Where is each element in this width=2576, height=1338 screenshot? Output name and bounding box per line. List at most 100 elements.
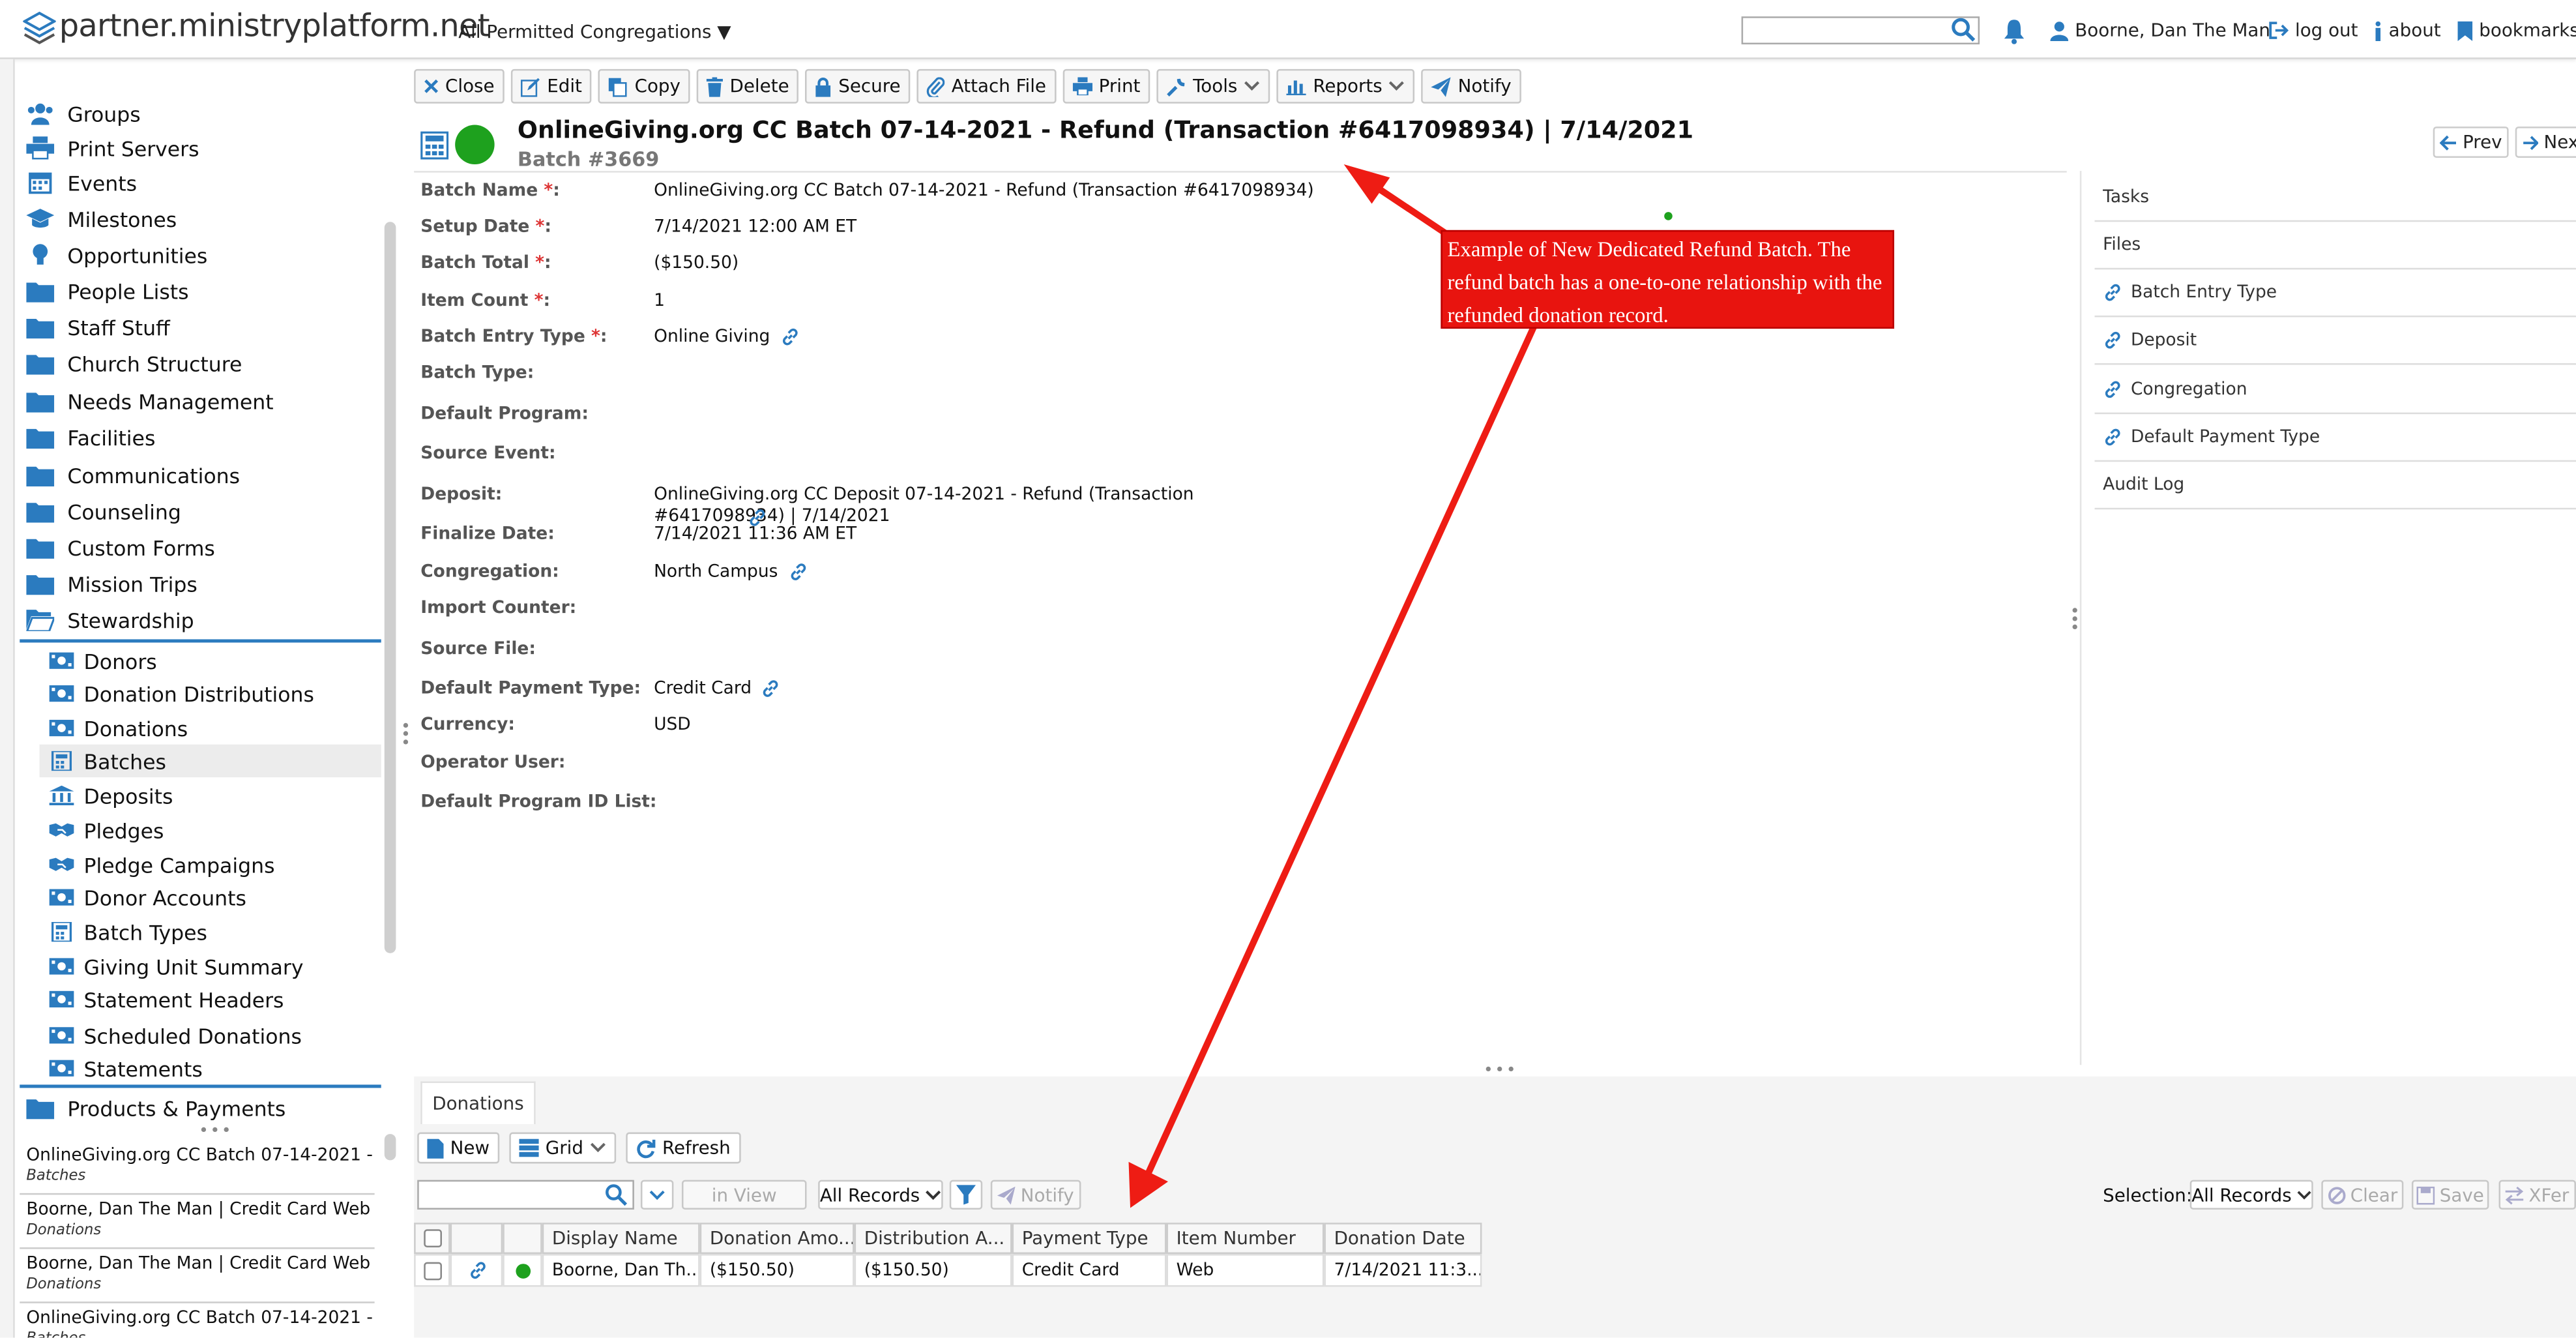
global-search-input[interactable] bbox=[1741, 16, 1980, 45]
sidebar-item-print-servers[interactable]: Print Servers bbox=[26, 132, 199, 164]
link-icon[interactable] bbox=[2103, 427, 2122, 447]
link-icon[interactable] bbox=[468, 1260, 488, 1280]
sidebar-item-pledges[interactable]: Pledges bbox=[39, 814, 381, 846]
sidebar-item-donor-accounts[interactable]: Donor Accounts bbox=[39, 881, 381, 914]
in-view-filter[interactable]: in View bbox=[681, 1180, 807, 1210]
print-button[interactable]: Print bbox=[1062, 68, 1150, 104]
sidebar-item-mission-trips[interactable]: Mission Trips bbox=[26, 567, 198, 600]
select-all-checkbox[interactable] bbox=[424, 1229, 442, 1247]
selection-dropdown[interactable]: All Records bbox=[2189, 1180, 2313, 1210]
link-icon[interactable] bbox=[2103, 379, 2122, 399]
sidebar-scrollbar[interactable] bbox=[384, 222, 396, 953]
sidebar-item-communications[interactable]: Communications bbox=[26, 458, 240, 491]
sidebar-resize-handle[interactable]: ••• bbox=[199, 1122, 233, 1140]
notify-button[interactable]: Notify bbox=[1422, 68, 1521, 104]
sidebar-item-batches[interactable]: Batches bbox=[39, 744, 381, 778]
search-icon[interactable] bbox=[605, 1183, 628, 1206]
sidebar-item-counseling[interactable]: Counseling bbox=[26, 495, 181, 528]
search-icon[interactable] bbox=[1950, 16, 1976, 42]
ministry-platform-logo-icon[interactable] bbox=[23, 11, 56, 48]
related-item-tasks[interactable]: Tasks bbox=[2094, 174, 2576, 222]
tools-dropdown[interactable]: Tools bbox=[1156, 68, 1270, 104]
user-menu[interactable]: Boorne, Dan The Man bbox=[2050, 20, 2270, 41]
next-button[interactable]: Next bbox=[2515, 126, 2576, 158]
about-link[interactable]: about bbox=[2374, 20, 2441, 41]
filter-button[interactable] bbox=[949, 1180, 983, 1210]
grid-header-donation-amo[interactable]: Donation Amo... bbox=[699, 1223, 855, 1255]
clear-selection-button[interactable]: Clear bbox=[2321, 1180, 2404, 1210]
grid-header-item-number[interactable]: Item Number bbox=[1166, 1223, 1325, 1255]
xfer-button[interactable]: XFer bbox=[2498, 1180, 2576, 1210]
link-icon[interactable] bbox=[2103, 283, 2122, 303]
sidebar-item-groups[interactable]: Groups bbox=[26, 97, 141, 130]
site-name[interactable]: partner.ministryplatform.net bbox=[59, 8, 490, 44]
panel-resize-handle[interactable]: • • • bbox=[401, 719, 411, 752]
edit-button[interactable]: Edit bbox=[510, 68, 593, 104]
logout-link[interactable]: log out bbox=[2269, 20, 2358, 41]
grid-header-donation-date[interactable]: Donation Date bbox=[1324, 1223, 1482, 1255]
grid-header-select-all[interactable] bbox=[414, 1223, 450, 1255]
link-icon[interactable] bbox=[761, 679, 781, 698]
close-button[interactable]: Close bbox=[414, 68, 505, 104]
save-selection-button[interactable]: Save bbox=[2411, 1180, 2489, 1210]
sidebar-item-opportunities[interactable]: Opportunities bbox=[26, 238, 207, 271]
sidebar-item-stewardship[interactable]: Stewardship bbox=[26, 603, 194, 636]
grid-header-distribution-a[interactable]: Distribution A... bbox=[854, 1223, 1012, 1255]
delete-button[interactable]: Delete bbox=[697, 68, 799, 104]
related-item-files[interactable]: Files bbox=[2094, 222, 2576, 270]
sidebar-item-custom-forms[interactable]: Custom Forms bbox=[26, 531, 215, 563]
related-item-congregation[interactable]: Congregation bbox=[2094, 366, 2576, 415]
sidebar-item-scheduled-donations[interactable]: Scheduled Donations bbox=[39, 1019, 381, 1052]
sidebar-item-people-lists[interactable]: People Lists bbox=[26, 275, 189, 307]
copy-button[interactable]: Copy bbox=[598, 68, 691, 104]
right-panel-resize-handle[interactable]: • • • bbox=[2070, 604, 2080, 636]
related-item-batch-entry-type[interactable]: Batch Entry Type bbox=[2094, 269, 2576, 318]
bell-icon[interactable] bbox=[2002, 18, 2025, 44]
link-icon[interactable] bbox=[788, 562, 808, 582]
recent-items-scrollbar[interactable] bbox=[384, 1134, 396, 1161]
prev-button[interactable]: Prev bbox=[2433, 126, 2509, 158]
new-button[interactable]: New bbox=[417, 1132, 500, 1164]
grid-view-dropdown[interactable]: Grid bbox=[509, 1132, 617, 1164]
grid-search-input[interactable] bbox=[417, 1180, 634, 1210]
attach-file-button[interactable]: Attach File bbox=[916, 68, 1057, 104]
tab-donations[interactable]: Donations bbox=[420, 1081, 536, 1124]
sidebar-item-donations[interactable]: Donations bbox=[39, 711, 381, 744]
recent-item[interactable]: OnlineGiving.org CC Batch 07-14-2021 - .… bbox=[26, 1146, 374, 1185]
sidebar-item-milestones[interactable]: Milestones bbox=[26, 202, 177, 235]
recent-item[interactable]: Boorne, Dan The Man | Credit Card Web |.… bbox=[26, 1254, 374, 1293]
sidebar-item-donation-distributions[interactable]: Donation Distributions bbox=[39, 677, 381, 709]
sidebar-item-staff-stuff[interactable]: Staff Stuff bbox=[26, 310, 170, 343]
sidebar-item-giving-unit-summary[interactable]: Giving Unit Summary bbox=[39, 950, 381, 983]
related-item-deposit[interactable]: Deposit bbox=[2094, 317, 2576, 365]
congregation-selector[interactable]: All Permitted Congregations ▼ bbox=[458, 22, 731, 43]
sidebar-item-deposits[interactable]: Deposits bbox=[39, 779, 381, 812]
sidebar-item-batch-types[interactable]: Batch Types bbox=[39, 915, 381, 948]
sidebar-item-pledge-campaigns[interactable]: Pledge Campaigns bbox=[39, 848, 381, 881]
refresh-button[interactable]: Refresh bbox=[626, 1132, 740, 1164]
grid-header-display-name[interactable]: Display Name bbox=[542, 1223, 700, 1255]
sidebar-item-church-structure[interactable]: Church Structure bbox=[26, 347, 242, 379]
bookmarks-link[interactable]: bookmarks bbox=[2457, 20, 2576, 41]
link-icon[interactable] bbox=[780, 327, 799, 347]
related-item-audit-log[interactable]: Audit Log bbox=[2094, 462, 2576, 510]
grid-notify-button[interactable]: Notify bbox=[990, 1180, 1081, 1210]
secure-button[interactable]: Secure bbox=[805, 68, 911, 104]
grid-row-select[interactable] bbox=[414, 1254, 450, 1287]
sidebar-item-statement-headers[interactable]: Statement Headers bbox=[39, 983, 381, 1015]
grid-row-link[interactable] bbox=[450, 1254, 503, 1287]
sidebar-item-events[interactable]: Events bbox=[26, 166, 137, 199]
related-item-default-payment-type[interactable]: Default Payment Type bbox=[2094, 414, 2576, 462]
sidebar-item-donors[interactable]: Donors bbox=[39, 644, 381, 677]
records-filter-dropdown[interactable]: All Records bbox=[818, 1180, 943, 1210]
row-checkbox[interactable] bbox=[424, 1261, 442, 1280]
link-icon[interactable] bbox=[2103, 331, 2122, 350]
search-options-dropdown[interactable] bbox=[640, 1180, 674, 1210]
recent-item[interactable]: OnlineGiving.org CC Batch 07-14-2021 - .… bbox=[26, 1308, 374, 1337]
sidebar-item-needs-management[interactable]: Needs Management bbox=[26, 385, 274, 417]
sidebar-item-statements[interactable]: Statements bbox=[39, 1052, 381, 1084]
recent-item[interactable]: Boorne, Dan The Man | Credit Card Web |.… bbox=[26, 1200, 374, 1239]
reports-dropdown[interactable]: Reports bbox=[1276, 68, 1416, 104]
grid-header-payment-type[interactable]: Payment Type bbox=[1012, 1223, 1167, 1255]
sidebar-item-products-payments[interactable]: Products & Payments bbox=[26, 1092, 285, 1124]
